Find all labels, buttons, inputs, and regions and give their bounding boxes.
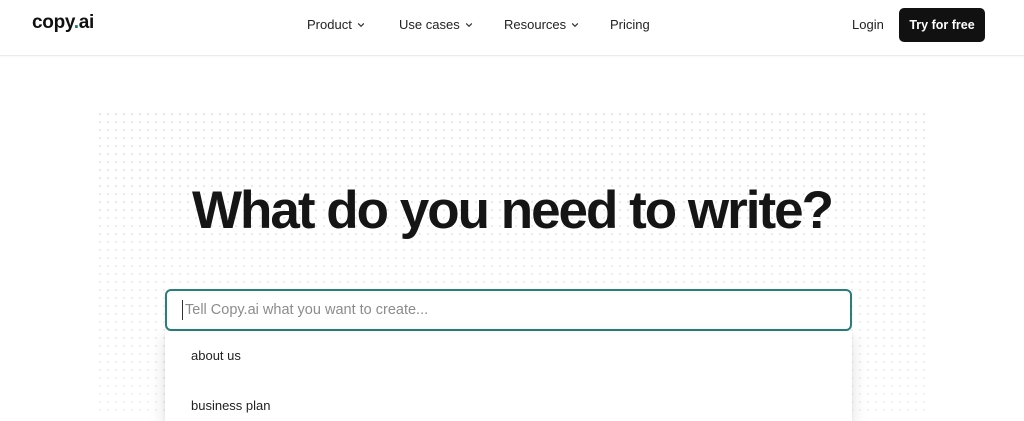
chevron-down-icon xyxy=(464,20,474,30)
suggestion-dropdown: about us business plan xyxy=(165,331,852,421)
logo-suffix: ai xyxy=(78,12,95,33)
page-headline: What do you need to write? xyxy=(192,181,834,240)
nav-item-label: Product xyxy=(307,17,352,32)
nav-item-use-cases[interactable]: Use cases xyxy=(399,17,474,32)
top-nav-bar: copy.ai Product Use cases Resources Pric… xyxy=(0,0,1024,56)
nav-item-resources[interactable]: Resources xyxy=(504,17,580,32)
nav-item-label: Use cases xyxy=(399,17,460,32)
copyai-logo[interactable]: copy.ai xyxy=(32,12,94,34)
try-for-free-button[interactable]: Try for free xyxy=(899,8,985,42)
nav-item-label: Pricing xyxy=(610,17,650,32)
nav-item-label: Resources xyxy=(504,17,567,32)
prompt-input-container xyxy=(165,289,852,331)
chevron-down-icon xyxy=(356,20,366,30)
prompt-input[interactable] xyxy=(182,300,850,320)
logo-text: copy xyxy=(32,12,74,33)
login-link[interactable]: Login xyxy=(852,17,884,32)
nav-item-pricing[interactable]: Pricing xyxy=(610,17,650,32)
chevron-down-icon xyxy=(570,20,580,30)
suggestion-item-business-plan[interactable]: business plan xyxy=(191,398,271,413)
nav-item-product[interactable]: Product xyxy=(307,17,366,32)
suggestion-item-about-us[interactable]: about us xyxy=(191,348,241,363)
